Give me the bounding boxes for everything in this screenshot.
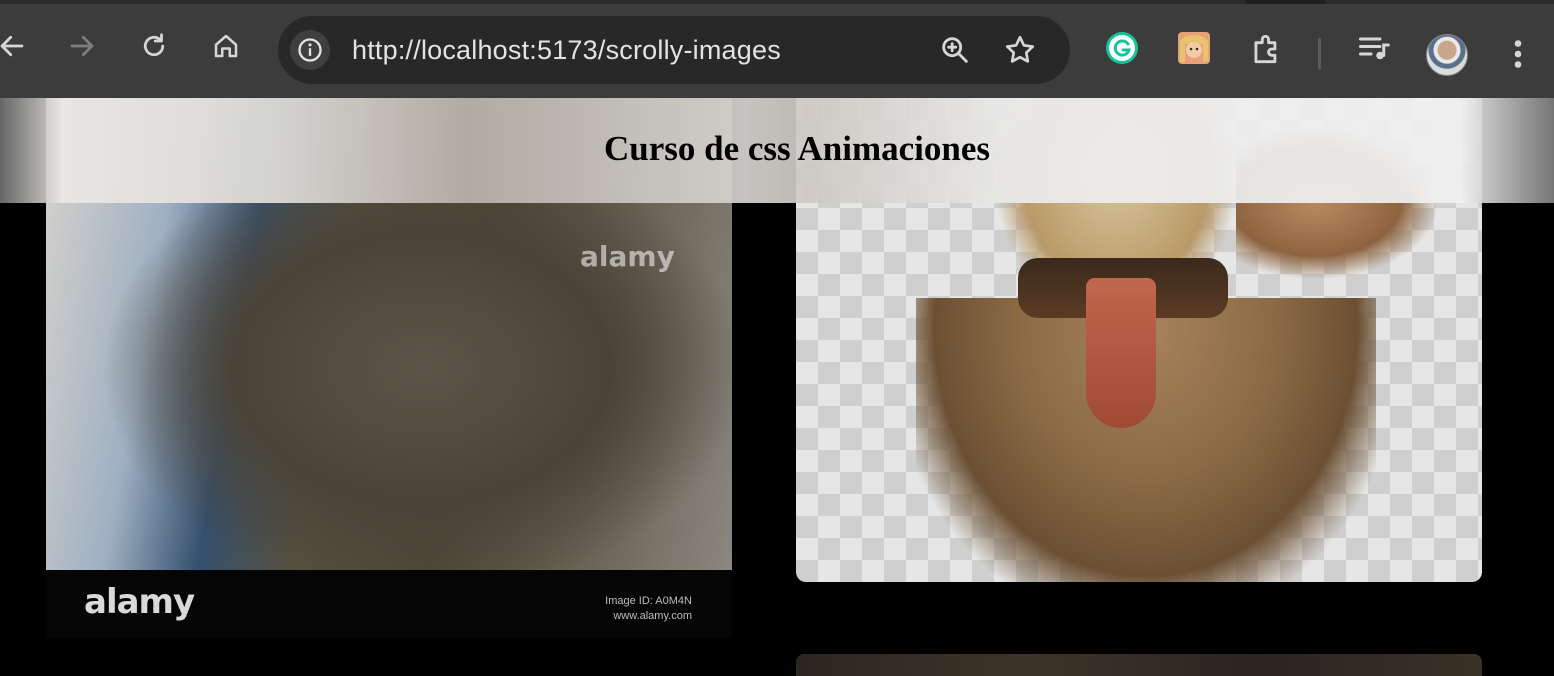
- back-button[interactable]: [0, 26, 32, 66]
- browser-toolbar: http://localhost:5173/scrolly-images: [0, 0, 1554, 98]
- media-control-icon: [1359, 37, 1390, 60]
- page-header: Curso de css Animaciones: [0, 98, 1554, 203]
- extensions-puzzle-icon: [1254, 34, 1277, 64]
- image-watermark: alamy: [580, 240, 675, 273]
- reload-icon: [143, 33, 165, 57]
- bookmark-star-icon: [1005, 35, 1035, 63]
- profile-extension-button[interactable]: [1176, 30, 1212, 71]
- forward-button[interactable]: [62, 26, 102, 66]
- grammarly-extension-button[interactable]: [1104, 30, 1140, 71]
- gallery-image-next: [796, 654, 1482, 676]
- site-info-button[interactable]: [290, 30, 330, 70]
- figure-shape: [1086, 278, 1156, 428]
- url-text[interactable]: http://localhost:5173/scrolly-images: [352, 35, 781, 66]
- alamy-logo: alamy: [84, 582, 195, 622]
- home-icon: [214, 34, 238, 58]
- profile-extension-icon: [1178, 32, 1210, 64]
- site-info-icon: [298, 38, 322, 62]
- stock-url-line: www.alamy.com: [613, 610, 692, 622]
- page-viewport[interactable]: alamy alamy Image ID: A0M4N www.alamy.co…: [0, 98, 1554, 676]
- menu-kebab-icon: [1514, 40, 1522, 68]
- forward-icon: [70, 35, 94, 57]
- back-icon: [0, 35, 24, 57]
- home-button[interactable]: [206, 26, 246, 66]
- tab-strip-edge: [1245, 0, 1325, 4]
- extensions-button[interactable]: [1248, 30, 1286, 73]
- page-title: Curso de css Animaciones: [604, 128, 990, 168]
- stock-id-line: Image ID: A0M4N: [605, 595, 692, 607]
- image-caption-band: alamy Image ID: A0M4N www.alamy.com: [46, 570, 732, 638]
- bookmark-button[interactable]: [1002, 32, 1038, 73]
- reload-button[interactable]: [134, 26, 174, 66]
- media-control-button[interactable]: [1356, 30, 1392, 71]
- zoom-icon: [942, 37, 968, 63]
- profile-avatar[interactable]: [1426, 34, 1468, 76]
- zoom-button[interactable]: [938, 33, 972, 72]
- stock-image-id: Image ID: A0M4N www.alamy.com: [605, 594, 692, 624]
- grammarly-extension-icon: [1106, 32, 1138, 64]
- menu-button[interactable]: [1502, 36, 1534, 77]
- address-bar[interactable]: http://localhost:5173/scrolly-images: [278, 16, 1070, 84]
- toolbar-divider: [1318, 38, 1321, 70]
